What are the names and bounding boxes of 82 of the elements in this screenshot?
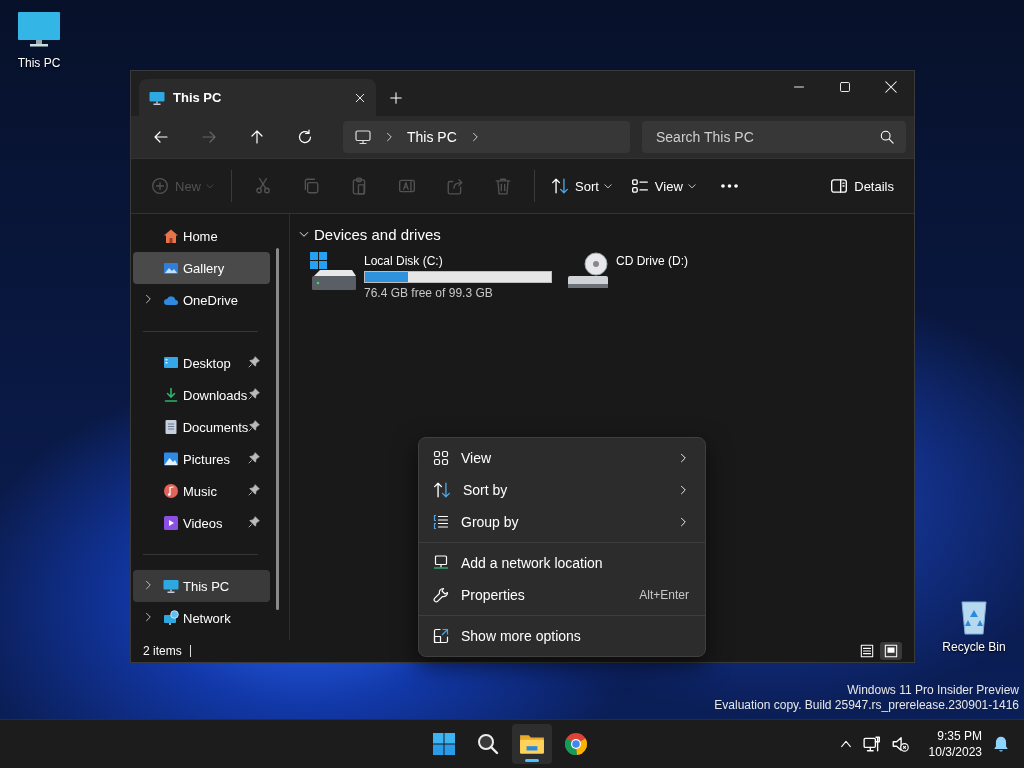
picture-icon xyxy=(163,451,179,467)
house-icon xyxy=(163,228,179,244)
menu-item[interactable]: View xyxy=(423,442,701,474)
up-arrow-icon xyxy=(249,129,265,145)
windows-logo-icon xyxy=(432,732,456,756)
nav-item[interactable]: Downloads xyxy=(133,379,270,411)
music-icon xyxy=(163,483,179,499)
nav-item[interactable]: OneDrive xyxy=(133,284,270,316)
caret-down-icon xyxy=(205,181,215,191)
explorer-taskbar-button[interactable] xyxy=(512,724,552,764)
build-watermark-text: Evaluation copy. Build 25947.rs_prerelease.230901-1416 xyxy=(714,698,1019,713)
image-icon xyxy=(163,260,179,276)
pin-icon xyxy=(248,419,261,432)
shortcut-text: Alt+Enter xyxy=(639,588,689,602)
pin-icon xyxy=(248,483,260,496)
list-icon xyxy=(433,514,449,530)
grid-icon xyxy=(433,450,449,466)
pin-icon xyxy=(248,387,260,400)
monitor-icon xyxy=(149,89,165,106)
maximize-icon xyxy=(839,81,851,93)
search-icon xyxy=(880,130,894,144)
item-count: 2 items xyxy=(143,644,182,658)
menu-item[interactable]: Group by xyxy=(423,506,701,538)
close-icon xyxy=(884,80,898,94)
speaker-muted-icon xyxy=(890,735,909,753)
desktop-icon-label[interactable]: Recycle Bin xyxy=(942,640,1006,654)
nav-item[interactable]: This PC xyxy=(133,570,270,602)
caret-down-icon xyxy=(686,181,697,191)
search-icon xyxy=(476,732,500,756)
search-field[interactable]: Search This PC xyxy=(642,121,906,153)
menu-item[interactable]: Show more options xyxy=(423,620,701,652)
nav-item[interactable]: Gallery xyxy=(133,252,270,284)
desktop-folder-icon xyxy=(163,355,179,371)
tiles-view-icon xyxy=(884,644,898,658)
details-button[interactable]: Details xyxy=(822,168,902,204)
caret-down-icon xyxy=(602,181,613,191)
nav-item[interactable]: Music xyxy=(133,475,270,507)
menu-item[interactable]: Add a network location xyxy=(423,547,701,579)
tiles-view-button[interactable] xyxy=(880,642,902,660)
pin-icon xyxy=(248,515,260,528)
build-watermark-text: Windows 11 Pro Insider Preview xyxy=(847,683,1019,698)
tab[interactable]: This PC xyxy=(139,79,376,116)
clock-time[interactable]: 9:35 PM xyxy=(937,728,982,744)
nav-item[interactable]: Home xyxy=(133,220,270,252)
pin-icon xyxy=(248,451,260,464)
pin-icon xyxy=(248,355,260,368)
breadcrumb-item[interactable]: This PC xyxy=(407,129,457,145)
sort-icon xyxy=(433,481,451,499)
download-icon xyxy=(163,387,179,403)
network-icon xyxy=(163,610,179,626)
expand-icon xyxy=(433,628,449,644)
details-view-icon xyxy=(860,644,874,658)
wrench-icon xyxy=(433,587,449,603)
menu-item[interactable]: Properties Alt+Enter xyxy=(423,579,701,611)
clock-date[interactable]: 10/3/2023 xyxy=(928,744,982,760)
network-status-icon xyxy=(862,735,881,753)
drive-name[interactable]: CD Drive (D:) xyxy=(616,254,688,268)
nav-item[interactable]: Pictures xyxy=(133,443,270,475)
bell-icon xyxy=(992,735,1010,753)
nav-item[interactable]: Network xyxy=(133,602,270,634)
close-icon xyxy=(354,91,366,104)
details-pane-icon xyxy=(830,177,849,195)
forward-arrow-icon xyxy=(201,129,217,145)
view-button[interactable]: View xyxy=(622,168,705,204)
computer-icon xyxy=(433,555,449,571)
section-header[interactable]: Devices and drives xyxy=(314,225,441,243)
nav-item[interactable]: Documents xyxy=(133,411,270,443)
browser-icon xyxy=(564,732,588,756)
monitor-icon xyxy=(163,578,179,594)
video-icon xyxy=(163,515,179,531)
back-arrow-icon xyxy=(153,129,169,145)
desktop-icon-label[interactable]: This PC xyxy=(17,56,61,70)
monitor-outline-icon xyxy=(355,129,371,145)
address-bar[interactable]: This PC xyxy=(343,121,630,153)
refresh-icon xyxy=(297,129,313,145)
menu-item[interactable]: Sort by xyxy=(423,474,701,506)
free-space-text: 76.4 GB free of 99.3 GB xyxy=(364,286,494,300)
nav-item[interactable]: Videos xyxy=(133,507,270,539)
plus-icon xyxy=(389,90,403,105)
nav-item[interactable]: Desktop xyxy=(133,347,270,379)
sort-button[interactable]: Sort xyxy=(543,168,621,204)
drive-name[interactable]: Local Disk (C:) xyxy=(364,254,552,268)
